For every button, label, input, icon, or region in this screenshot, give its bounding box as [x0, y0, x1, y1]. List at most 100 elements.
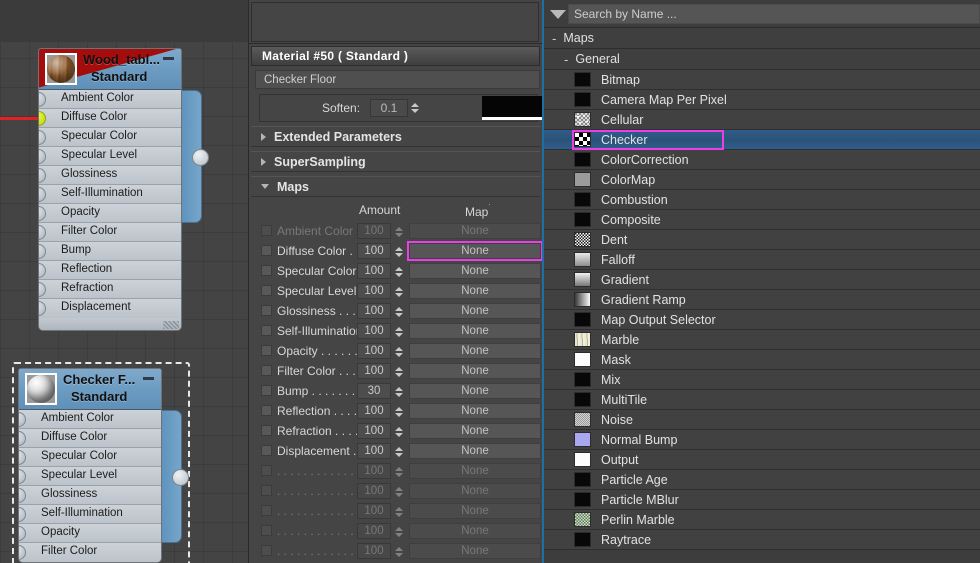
map-amount-input[interactable]: 100 [357, 343, 391, 359]
map-amount-input[interactable]: 100 [357, 363, 391, 379]
soften-input[interactable]: 0.1 [370, 99, 408, 117]
map-amount-spinner[interactable] [394, 324, 403, 340]
map-amount-input[interactable]: 100 [357, 523, 391, 539]
slot-port-icon[interactable] [19, 431, 26, 446]
slot-port-icon[interactable] [39, 225, 46, 240]
map-assign-button[interactable]: None [409, 463, 541, 479]
map-amount-spinner[interactable] [394, 264, 403, 280]
map-amount-spinner[interactable] [394, 384, 403, 400]
map-list-item[interactable]: Combustion [544, 190, 980, 210]
slot-port-icon[interactable] [19, 412, 26, 427]
map-amount-spinner[interactable] [394, 504, 403, 520]
map-assign-button[interactable]: None [409, 443, 541, 459]
minimize-icon[interactable] [143, 377, 154, 380]
map-row[interactable]: Glossiness . . . . . 100 None [249, 301, 542, 321]
slot-port-icon[interactable] [19, 469, 26, 484]
slot-port-icon[interactable] [39, 149, 46, 164]
map-row[interactable]: . . . . . . . . . . . . . 100 None [249, 461, 542, 481]
map-amount-spinner[interactable] [394, 544, 403, 560]
search-input[interactable]: Search by Name ... [568, 4, 980, 24]
map-amount-spinner[interactable] [394, 244, 403, 260]
slot-port-icon[interactable] [39, 187, 46, 202]
map-row[interactable]: Displacement . . . 100 None [249, 441, 542, 461]
node-output-dot-wood[interactable] [192, 149, 209, 166]
map-row[interactable]: Specular Color . . 100 None [249, 261, 542, 281]
map-amount-spinner[interactable] [394, 424, 403, 440]
map-enable-checkbox[interactable] [261, 425, 272, 436]
map-list-item[interactable]: Normal Bump [544, 430, 980, 450]
slot-port-icon[interactable] [39, 130, 46, 145]
chevron-down-icon[interactable] [550, 10, 566, 19]
slot-port-icon[interactable] [39, 206, 46, 221]
map-list-item[interactable]: Camera Map Per Pixel [544, 90, 980, 110]
map-assign-button[interactable]: None [409, 303, 541, 319]
map-amount-input[interactable]: 100 [357, 543, 391, 559]
map-enable-checkbox[interactable] [261, 385, 272, 396]
map-row[interactable]: Bump . . . . . . . . . 30 None [249, 381, 542, 401]
map-row[interactable]: Specular Level . . 100 None [249, 281, 542, 301]
map-amount-spinner[interactable] [394, 344, 403, 360]
map-amount-spinner[interactable] [394, 464, 403, 480]
map-list-item[interactable]: Mix [544, 370, 980, 390]
map-row[interactable]: Ambient Color . . . 100 None [249, 221, 542, 241]
map-list-item[interactable]: Composite [544, 210, 980, 230]
map-enable-checkbox[interactable] [261, 245, 272, 256]
material-name-field[interactable]: Checker Floor [255, 70, 540, 89]
map-row[interactable]: Refraction . . . . . 100 None [249, 421, 542, 441]
map-amount-spinner[interactable] [394, 284, 403, 300]
map-amount-spinner[interactable] [394, 364, 403, 380]
map-enable-checkbox[interactable] [261, 465, 272, 476]
map-assign-button[interactable]: None [409, 243, 541, 259]
material-node-checker[interactable]: Checker F... Standard Ambient Color Diff… [12, 362, 190, 563]
map-amount-input[interactable]: 100 [357, 283, 391, 299]
map-list-item[interactable]: Checker [544, 130, 980, 150]
map-assign-button[interactable]: None [409, 283, 541, 299]
map-list-item[interactable]: MultiTile [544, 390, 980, 410]
map-list-item[interactable]: Noise [544, 410, 980, 430]
map-amount-spinner[interactable] [394, 304, 403, 320]
map-list-item[interactable]: Output [544, 450, 980, 470]
node-graph-canvas[interactable]: Wood_tabl... Standard Ambient Color Diff… [0, 0, 248, 563]
node-resize-grip[interactable] [163, 321, 179, 329]
map-amount-input[interactable]: 100 [357, 463, 391, 479]
map-assign-button[interactable]: None [409, 383, 541, 399]
map-list-item[interactable]: Cellular [544, 110, 980, 130]
map-assign-button[interactable]: None [409, 343, 541, 359]
map-list-item[interactable]: Map Output Selector [544, 310, 980, 330]
map-amount-input[interactable]: 100 [357, 403, 391, 419]
slot-port-icon[interactable] [39, 263, 46, 278]
rollup-extended-parameters[interactable]: Extended Parameters [251, 126, 540, 147]
node-output-port-checker[interactable] [160, 410, 189, 543]
map-assign-button[interactable]: None [409, 503, 541, 519]
map-row[interactable]: Diffuse Color . . . . 100 None [249, 241, 543, 261]
map-amount-input[interactable]: 100 [357, 303, 391, 319]
map-list-item[interactable]: ColorMap [544, 170, 980, 190]
map-row[interactable]: . . . . . . . . . . . . . 100 None [249, 481, 542, 501]
rollup-maps[interactable]: Maps [251, 176, 540, 197]
map-list-item[interactable]: Perlin Marble [544, 510, 980, 530]
map-enable-checkbox[interactable] [261, 225, 272, 236]
map-list-item[interactable]: Falloff [544, 250, 980, 270]
slot-port-icon[interactable] [19, 450, 26, 465]
node-titlebar-checker[interactable]: Checker F... Standard [19, 369, 161, 410]
map-enable-checkbox[interactable] [261, 545, 272, 556]
slot-port-icon[interactable] [19, 545, 26, 560]
group-header-general[interactable]: - General [544, 49, 980, 70]
map-row[interactable]: . . . . . . . . . . . . . 100 None [249, 541, 542, 561]
map-list-item[interactable]: Marble [544, 330, 980, 350]
map-assign-button[interactable]: None [409, 543, 541, 559]
slot-port-icon[interactable] [19, 526, 26, 541]
slot-port-icon[interactable] [39, 282, 46, 297]
node-output-port-wood[interactable] [180, 90, 209, 223]
map-amount-input[interactable]: 100 [357, 323, 391, 339]
map-row[interactable]: . . . . . . . . . . . . . 100 None [249, 501, 542, 521]
map-enable-checkbox[interactable] [261, 445, 272, 456]
map-amount-spinner[interactable] [394, 524, 403, 540]
map-list-item[interactable]: Mask [544, 350, 980, 370]
map-enable-checkbox[interactable] [261, 365, 272, 376]
map-enable-checkbox[interactable] [261, 265, 272, 276]
map-amount-input[interactable]: 30 [357, 383, 391, 399]
material-node-wood[interactable]: Wood_tabl... Standard Ambient Color Diff… [38, 48, 209, 331]
map-list-item[interactable]: Bitmap [544, 70, 980, 90]
map-enable-checkbox[interactable] [261, 345, 272, 356]
